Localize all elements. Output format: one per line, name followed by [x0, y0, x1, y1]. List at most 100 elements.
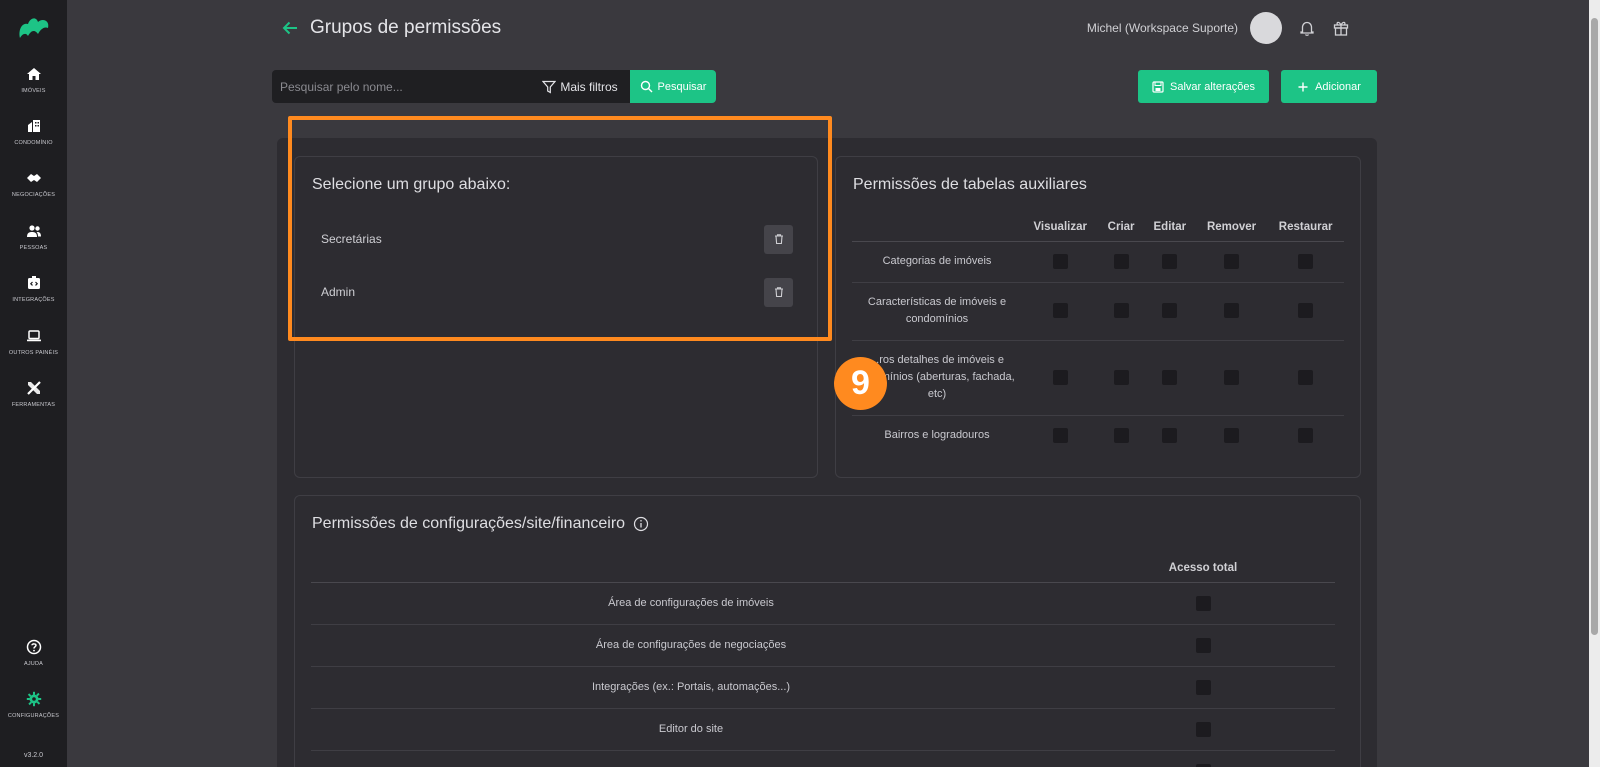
checkbox-cell [1098, 415, 1143, 456]
permission-checkbox[interactable] [1052, 303, 1068, 319]
aux-permissions-card: Permissões de tabelas auxiliares Visuali… [835, 156, 1361, 478]
laptop-icon [26, 330, 41, 342]
table-row: Bairros e logradouros [852, 415, 1344, 456]
permission-checkbox[interactable] [1162, 253, 1178, 269]
bell-icon[interactable] [1298, 19, 1316, 37]
checkbox-cell [1143, 241, 1196, 283]
row-label: Área de configurações de imóveis [311, 582, 1071, 625]
checkbox-cell [1267, 340, 1344, 416]
sidebar-item-label: Ajuda [23, 661, 44, 667]
checkbox-cell [1143, 282, 1196, 341]
checkbox-cell [1196, 415, 1267, 456]
permission-checkbox[interactable] [1052, 427, 1068, 443]
column-header-empty [852, 213, 1022, 242]
more-filters-button[interactable]: Mais filtros [530, 70, 630, 103]
add-button[interactable]: Adicionar [1281, 70, 1377, 103]
column-header: Remover [1195, 213, 1268, 242]
save-changes-button[interactable]: Salvar alterações [1138, 70, 1269, 103]
avatar[interactable] [1250, 12, 1282, 44]
tutorial-highlight-box [288, 116, 832, 341]
help-icon [26, 639, 41, 655]
column-header: Acesso total [1071, 554, 1335, 583]
gift-icon[interactable] [1332, 19, 1350, 37]
permission-checkbox[interactable] [1113, 253, 1129, 269]
row-label: Integrações (ex.: Portais, automações...… [311, 666, 1071, 709]
sidebar-item-ferramentas[interactable]: Ferramentas [0, 380, 67, 408]
permission-checkbox[interactable] [1195, 763, 1211, 767]
sidebar-item-integracoes[interactable]: Integrações [0, 275, 67, 303]
sidebar-item-condominio[interactable]: Condomínio [0, 118, 67, 146]
home-icon [26, 68, 41, 80]
checkbox-cell [1195, 241, 1268, 283]
permission-checkbox[interactable] [1162, 427, 1178, 443]
permission-checkbox[interactable] [1298, 253, 1314, 269]
back-arrow-icon[interactable] [280, 18, 300, 38]
scrollbar-thumb[interactable] [1591, 18, 1598, 635]
permission-checkbox[interactable] [1224, 369, 1240, 385]
main-area: Grupos de permissões Michel (Workspace S… [67, 0, 1600, 767]
permission-checkbox[interactable] [1162, 303, 1178, 319]
checkbox-cell [1071, 708, 1335, 751]
checkbox-cell [1022, 340, 1099, 416]
permission-checkbox[interactable] [1195, 679, 1211, 695]
permission-checkbox[interactable] [1195, 637, 1211, 653]
aux-permissions-title: Permissões de tabelas auxiliares [853, 176, 1087, 193]
checkbox-cell [1071, 582, 1335, 625]
checkbox-cell [1071, 750, 1335, 767]
checkbox-cell [1144, 415, 1196, 456]
sidebar-item-pessoas[interactable]: Pessoas [0, 223, 67, 251]
sidebar-item-label: Negociações [11, 192, 56, 198]
scrollbar[interactable] [1589, 0, 1600, 767]
sidebar-item-label: Configurações [7, 713, 60, 719]
table-header-row: Acesso total [311, 554, 1335, 583]
user-area: Michel (Workspace Suporte) [1087, 12, 1350, 44]
checkbox-cell [1143, 340, 1196, 416]
tools-icon [26, 381, 41, 395]
sidebar-item-ajuda[interactable]: Ajuda [0, 639, 67, 667]
sidebar-item-imoveis[interactable]: Imóveis [0, 66, 67, 94]
permission-checkbox[interactable] [1052, 253, 1068, 269]
permission-checkbox[interactable] [1195, 595, 1211, 611]
table-row: Editor do site [311, 708, 1335, 751]
checkbox-cell [1022, 415, 1098, 456]
sidebar-item-negociacoes[interactable]: Negociações [0, 170, 67, 198]
sidebar-item-label: Pessoas [19, 245, 48, 251]
aux-permissions-table: Visualizar Criar Editar Remover Restaura… [852, 213, 1344, 456]
user-name[interactable]: Michel (Workspace Suporte) [1087, 21, 1238, 35]
building-icon [27, 120, 40, 132]
permission-checkbox[interactable] [1113, 369, 1129, 385]
sidebar-item-label: Condomínio [14, 140, 53, 146]
permission-checkbox[interactable] [1298, 427, 1314, 443]
table-row: Categorias de imóveis [852, 241, 1344, 283]
table-row: Características de imóveis e condomínios [852, 282, 1344, 341]
table-row: Área de configurações de imóveis [311, 582, 1335, 625]
checkbox-cell [1267, 415, 1344, 456]
permission-checkbox[interactable] [1052, 369, 1068, 385]
save-changes-label: Salvar alterações [1170, 80, 1255, 93]
permission-checkbox[interactable] [1298, 369, 1314, 385]
permission-checkbox[interactable] [1224, 427, 1240, 443]
gear-icon [26, 691, 41, 707]
column-header: Editar [1143, 213, 1196, 242]
search-input[interactable] [272, 70, 522, 103]
tutorial-step-badge: 9 [834, 357, 887, 410]
permission-checkbox[interactable] [1195, 721, 1211, 737]
permission-checkbox[interactable] [1162, 369, 1178, 385]
table-header-row: Visualizar Criar Editar Remover Restaura… [852, 213, 1344, 242]
row-label: Características de imóveis e condomínios [852, 282, 1022, 341]
checkbox-cell [1195, 282, 1268, 341]
save-icon [1152, 80, 1164, 93]
config-permissions-card: Permissões de configurações/site/finance… [294, 495, 1361, 767]
permission-checkbox[interactable] [1298, 303, 1314, 319]
permission-checkbox[interactable] [1224, 303, 1240, 319]
column-header: Visualizar [1022, 213, 1099, 242]
search-button[interactable]: Pesquisar [630, 70, 716, 103]
sidebar-item-outros-paineis[interactable]: Outros painéis [0, 328, 67, 356]
sidebar-item-configuracoes[interactable]: Configurações [0, 691, 67, 719]
table-row: Área de configurações de negociações [311, 624, 1335, 667]
info-icon[interactable] [633, 516, 649, 532]
permission-checkbox[interactable] [1113, 303, 1129, 319]
permission-checkbox[interactable] [1224, 253, 1240, 269]
permission-checkbox[interactable] [1113, 427, 1129, 443]
app-logo-icon[interactable] [16, 14, 52, 42]
